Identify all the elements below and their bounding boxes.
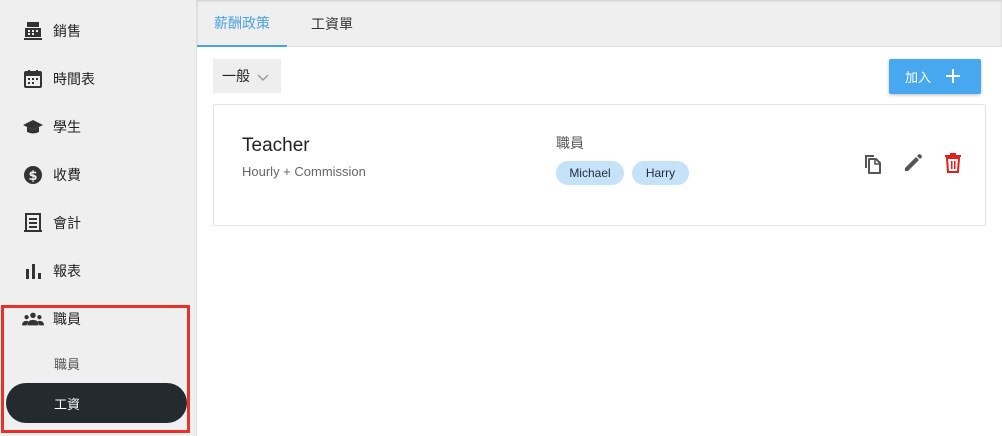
policy-type: Hourly + Commission	[242, 164, 366, 179]
sidebar-item-label: 職員	[53, 311, 81, 327]
sidebar-item-schedule[interactable]: 時間表	[0, 55, 197, 103]
staff-chip[interactable]: Harry	[632, 161, 689, 185]
pencil-icon	[902, 152, 924, 179]
tab-payslips[interactable]: 工資單	[297, 0, 367, 47]
bar-chart-icon	[22, 260, 44, 282]
sidebar-item-staff[interactable]: 職員	[0, 295, 197, 343]
sidebar-item-label: 銷售	[53, 23, 81, 39]
delete-button[interactable]	[941, 152, 965, 179]
sidebar-item-sales[interactable]: 銷售	[0, 7, 197, 55]
sidebar-item-label: 報表	[53, 263, 81, 279]
trash-icon	[943, 152, 963, 179]
sidebar-item-students[interactable]: 學生	[0, 103, 197, 151]
category-select[interactable]: 一般	[213, 59, 281, 93]
category-select-value: 一般	[222, 68, 250, 84]
staff-chip-label: Harry	[645, 166, 676, 180]
tab-label: 工資單	[311, 15, 353, 32]
sidebar-item-accounting[interactable]: 會計	[0, 199, 197, 247]
policy-title: Teacher	[242, 135, 310, 156]
sidebar-subitem-label: 職員	[54, 356, 81, 372]
chevron-down-icon	[257, 70, 269, 86]
main-panel: 薪酬政策 工資單 一般 加入 Teacher Hourly + Commissi…	[197, 0, 1002, 436]
copy-button[interactable]	[860, 153, 884, 177]
people-icon	[22, 308, 44, 330]
cash-register-icon	[22, 20, 44, 42]
staff-chip[interactable]: Michael	[556, 161, 624, 185]
sidebar-item-label: 學生	[53, 119, 81, 135]
pay-policy-card: Teacher Hourly + Commission 職員 Michael H…	[213, 104, 986, 226]
sidebar-subitem-label: 工資	[54, 396, 81, 412]
sidebar-item-fees[interactable]: $ 收費	[0, 151, 197, 199]
sidebar-item-reports[interactable]: 報表	[0, 247, 197, 295]
sidebar-subitem-staff[interactable]: 職員	[6, 343, 187, 383]
sidebar-item-label: 收費	[53, 167, 81, 183]
dollar-circle-icon: $	[22, 164, 44, 186]
edit-button[interactable]	[901, 153, 925, 177]
add-button-label: 加入	[905, 70, 932, 85]
graduation-cap-icon	[22, 116, 44, 138]
sidebar: 銷售 時間表 學生 $ 收費 會計 報表 職員 職員 工資	[0, 0, 197, 436]
calendar-icon	[22, 68, 44, 90]
svg-text:$: $	[28, 169, 37, 184]
add-button[interactable]: 加入	[889, 59, 981, 94]
tab-label: 薪酬政策	[214, 14, 270, 31]
sidebar-item-label: 會計	[53, 215, 81, 231]
sidebar-item-label: 時間表	[53, 71, 95, 87]
tab-bar: 薪酬政策 工資單	[197, 0, 1002, 47]
plus-icon	[944, 67, 962, 88]
ledger-icon	[22, 212, 44, 234]
tab-pay-policy[interactable]: 薪酬政策	[197, 0, 287, 47]
staff-label: 職員	[556, 135, 584, 151]
sidebar-subitem-payroll[interactable]: 工資	[6, 383, 187, 423]
copy-icon	[861, 152, 883, 179]
staff-chip-label: Michael	[569, 166, 611, 180]
